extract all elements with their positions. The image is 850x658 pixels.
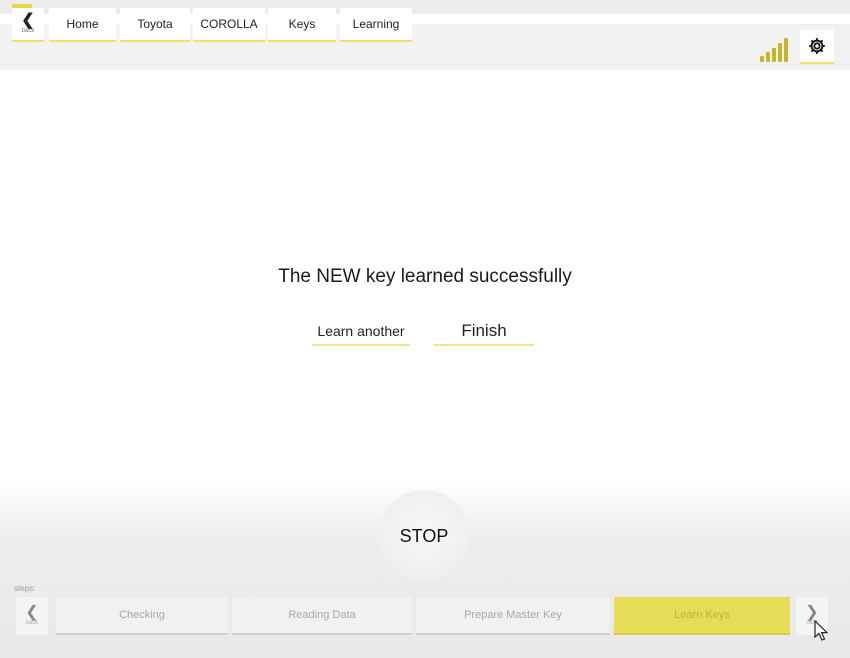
- breadcrumb-keys[interactable]: Keys: [268, 8, 336, 42]
- step-prepare-master-key[interactable]: Prepare Master Key: [416, 597, 610, 635]
- breadcrumb-home[interactable]: Home: [49, 8, 116, 42]
- status-message: The NEW key learned successfully: [278, 266, 572, 287]
- chevron-right-icon: ❯: [805, 604, 819, 621]
- steps-label: steps:: [14, 584, 36, 593]
- signal-bars-icon: [760, 34, 794, 62]
- step-prev-button[interactable]: ❮ back: [16, 597, 48, 635]
- stop-button[interactable]: STOP: [378, 490, 470, 582]
- mouse-cursor-icon: [814, 620, 829, 641]
- breadcrumb-learning[interactable]: Learning: [340, 8, 412, 42]
- breadcrumb-make[interactable]: Toyota: [120, 8, 190, 42]
- back-label: back: [21, 28, 35, 34]
- gear-icon: [809, 38, 825, 54]
- learn-another-button[interactable]: Learn another: [312, 318, 410, 346]
- chevron-left-icon: ❮: [21, 12, 35, 29]
- breadcrumb-model[interactable]: COROLLA: [193, 8, 265, 42]
- step-checking[interactable]: Checking: [56, 597, 228, 635]
- finish-button[interactable]: Finish: [434, 318, 534, 346]
- chevron-left-icon: ❮: [25, 604, 39, 621]
- settings-button[interactable]: [800, 30, 834, 64]
- step-reading-data[interactable]: Reading Data: [232, 597, 412, 635]
- step-learn-keys[interactable]: Learn Keys: [614, 597, 790, 635]
- back-button[interactable]: ❮ back: [12, 8, 44, 42]
- step-prev-label: back: [25, 620, 39, 626]
